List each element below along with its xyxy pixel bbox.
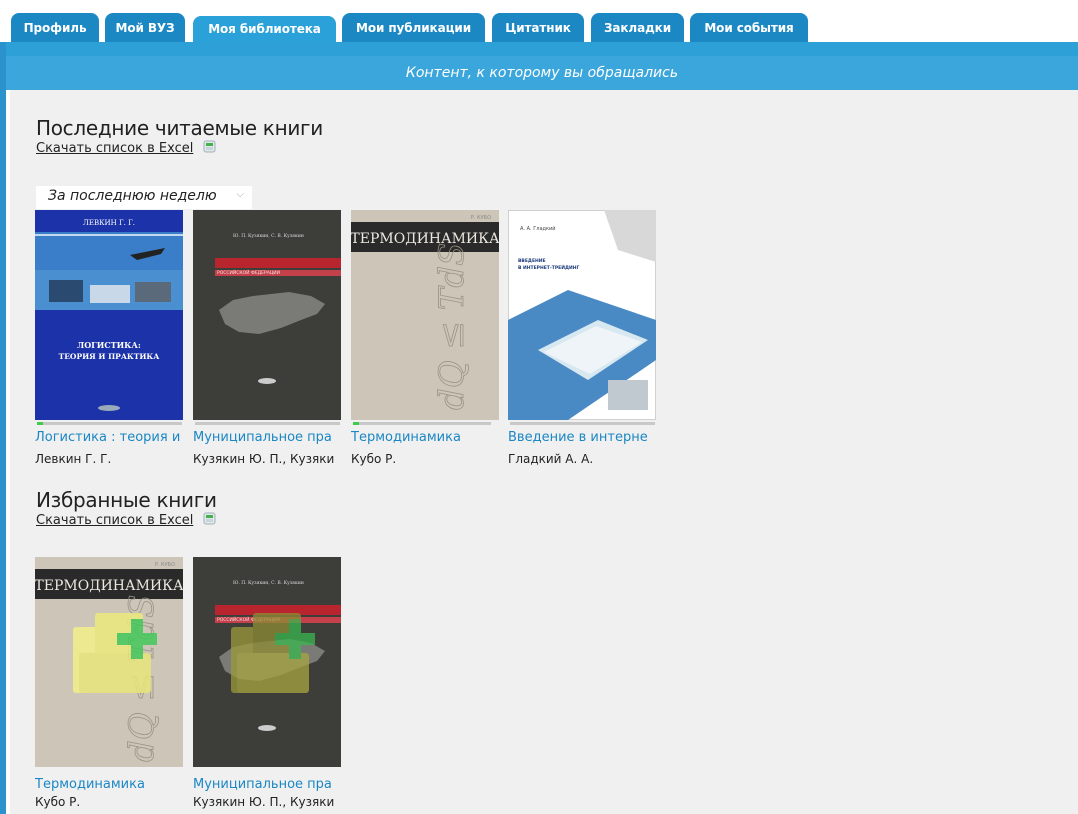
cover-subtitle: РОССИЙСКОЙ ФЕДЕРАЦИИ <box>217 269 280 276</box>
cover-title: ТЕРМОДИНАМИКА <box>351 231 499 247</box>
excel-icon[interactable] <box>203 140 216 153</box>
book-author: Кузякин Ю. П., Кузяки <box>193 795 335 809</box>
recent-book-3[interactable]: Р. КУБО ТЕРМОДИНАМИКА dQ ≤ TdS Термодина… <box>351 210 499 470</box>
period-select-value: За последнюю неделю <box>48 188 217 204</box>
recent-book-2[interactable]: Ю. П. Кузякин, С. В. Кузякин РОССИЙСКОЙ … <box>193 210 341 470</box>
reading-progress-fill <box>37 422 43 425</box>
book-title-link[interactable]: Термодинамика <box>351 430 511 445</box>
recent-book-4[interactable]: А. А. Гладкий ВВЕДЕНИЕ В ИНТЕРНЕТ-ТРЕЙДИ… <box>508 210 656 470</box>
tab-my-events[interactable]: Мои события <box>690 13 808 42</box>
book-cover-image[interactable]: А. А. Гладкий ВВЕДЕНИЕ В ИНТЕРНЕТ-ТРЕЙДИ… <box>508 210 656 420</box>
book-title-link[interactable]: Муниципальное пра <box>193 777 353 792</box>
tab-my-publications[interactable]: Мои публикации <box>342 13 485 42</box>
reading-progress <box>510 422 655 425</box>
book-cover-image[interactable]: Р. КУБО ТЕРМОДИНАМИКА dQ ≤ TdS <box>351 210 499 420</box>
cover-author: А. А. Гладкий <box>520 225 555 232</box>
book-author: Кузякин Ю. П., Кузяки <box>193 452 335 466</box>
book-cover-image[interactable]: ЛЕВКИН Г. Г. ЛОГИСТИКА: ТЕОРИЯ И ПРАКТИК… <box>35 210 183 420</box>
book-title-link[interactable]: Введение в интерне <box>508 430 668 445</box>
library-page: Профиль Мой ВУЗ Моя библиотека Мои публи… <box>0 0 1078 814</box>
excel-icon[interactable] <box>203 512 216 525</box>
tab-my-library[interactable]: Моя библиотека <box>193 16 336 42</box>
cover-title-1: ВВЕДЕНИЕ <box>518 258 546 264</box>
banner-text: Контент, к которому вы обращались <box>6 56 1078 90</box>
book-cover-image[interactable]: Ю. П. Кузякин, С. В. Кузякин РОССИЙСКОЙ … <box>193 210 341 420</box>
chevron-down-icon: ⌵ <box>236 189 244 200</box>
cover-author: Ю. П. Кузякин, С. В. Кузякин <box>233 580 304 586</box>
cover-title-2: ТЕОРИЯ И ПРАКТИКА <box>59 352 161 361</box>
banner: Контент, к которому вы обращались <box>0 42 1078 90</box>
cover-title-1: ЛОГИСТИКА: <box>77 340 141 350</box>
cover-title: ТЕРМОДИНАМИКА <box>35 578 183 594</box>
book-title-link[interactable]: Муниципальное пра <box>193 430 353 445</box>
book-author: Кубо Р. <box>35 795 81 809</box>
favorite-books-heading: Избранные книги <box>36 488 217 512</box>
book-author: Гладкий А. А. <box>508 452 594 466</box>
recent-excel-link[interactable]: Скачать список в Excel <box>36 141 193 156</box>
period-select[interactable]: За последнюю неделю ⌵ <box>36 186 252 209</box>
cover-author: Ю. П. Кузякин, С. В. Кузякин <box>233 233 304 239</box>
recent-books-heading: Последние читаемые книги <box>36 116 323 140</box>
book-author: Левкин Г. Г. <box>35 452 112 466</box>
favorite-book-1[interactable]: Р. КУБО ТЕРМОДИНАМИКА dQ ≤ TdS Термодина… <box>35 557 183 809</box>
tab-profile[interactable]: Профиль <box>11 13 99 42</box>
book-author: Кубо Р. <box>351 452 397 466</box>
favorites-excel-link[interactable]: Скачать список в Excel <box>36 513 193 528</box>
cover-author: Р. КУБО <box>471 215 491 221</box>
book-cover-image[interactable]: Р. КУБО ТЕРМОДИНАМИКА dQ ≤ TdS <box>35 557 183 767</box>
recent-book-1[interactable]: ЛЕВКИН Г. Г. ЛОГИСТИКА: ТЕОРИЯ И ПРАКТИК… <box>35 210 183 470</box>
tab-quotes[interactable]: Цитатник <box>492 13 584 42</box>
left-border <box>0 42 6 814</box>
favorite-book-2[interactable]: Ю. П. Кузякин, С. В. Кузякин РОССИЙСКОЙ … <box>193 557 341 809</box>
tab-bar: Профиль Мой ВУЗ Моя библиотека Мои публи… <box>0 0 1078 42</box>
cover-author: ЛЕВКИН Г. Г. <box>83 219 135 227</box>
book-title-link[interactable]: Логистика : теория и <box>35 430 195 445</box>
tab-my-university[interactable]: Мой ВУЗ <box>105 13 185 42</box>
reading-progress <box>353 422 491 425</box>
cover-author: Р. КУБО <box>155 562 175 568</box>
book-cover-image[interactable]: Ю. П. Кузякин, С. В. Кузякин РОССИЙСКОЙ … <box>193 557 341 767</box>
reading-progress-fill <box>353 422 359 425</box>
reading-progress <box>195 422 340 425</box>
book-title-link[interactable]: Термодинамика <box>35 777 195 792</box>
cover-formula: dQ ≤ TdS <box>432 243 472 410</box>
tab-bookmarks[interactable]: Закладки <box>591 13 684 42</box>
reading-progress <box>37 422 182 425</box>
